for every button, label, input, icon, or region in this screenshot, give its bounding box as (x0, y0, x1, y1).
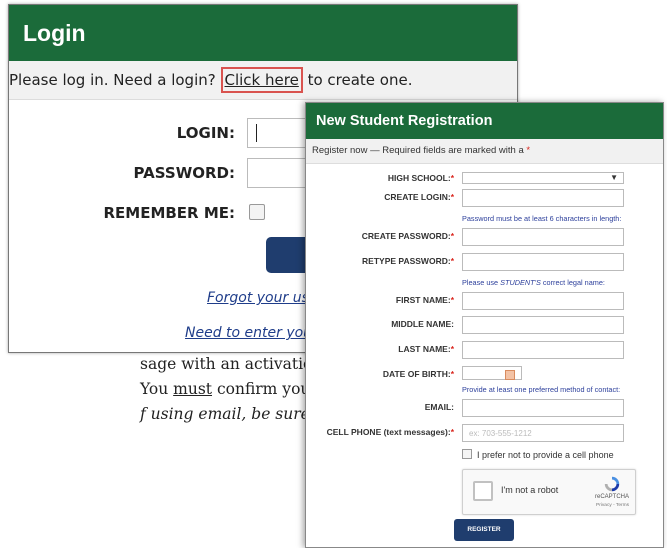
remember-me-label: REMEMBER ME: (103, 204, 235, 222)
register-button[interactable]: REGISTER (454, 519, 514, 541)
high-school-select[interactable]: ▼ (462, 172, 624, 184)
registration-title: New Student Registration (306, 103, 663, 139)
last-name-input[interactable] (462, 341, 624, 359)
first-name-label: FIRST NAME: (395, 295, 451, 305)
create-password-label: CREATE PASSWORD: (361, 231, 451, 241)
last-name-label: LAST NAME: (398, 344, 451, 354)
cell-phone-placeholder: ex: 703-555-1212 (469, 429, 532, 438)
middle-name-row: MIDDLE NAME: (306, 316, 663, 336)
date-of-birth-row: DATE OF BIRTH:* (306, 366, 663, 386)
no-phone-label: I prefer not to provide a cell phone (477, 450, 614, 460)
recaptcha-brand: reCAPTCHA (594, 494, 629, 500)
contact-hint: Provide at least one preferred method of… (462, 385, 621, 394)
email-label: EMAIL: (424, 402, 454, 412)
forgot-login-link[interactable]: Forgot your use (207, 290, 317, 306)
cell-phone-row: CELL PHONE (text messages):* ex: 703-555… (306, 424, 663, 444)
cell-phone-label: CELL PHONE (text messages): (326, 427, 451, 437)
recaptcha-checkbox[interactable] (473, 481, 493, 501)
no-phone-checkbox[interactable] (462, 449, 472, 459)
create-login-input[interactable] (462, 189, 624, 207)
login-label: LOGIN: (176, 124, 235, 142)
retype-password-label: RETYPE PASSWORD: (362, 256, 451, 266)
recaptcha-terms[interactable]: Privacy - Terms (596, 503, 629, 508)
email-row: EMAIL: (306, 399, 663, 419)
login-title: Login (9, 5, 517, 61)
need-activation-link[interactable]: Need to enter your (185, 325, 318, 341)
cell-phone-input[interactable]: ex: 703-555-1212 (462, 424, 624, 442)
login-message-bar: Please log in. Need a login? Click here … (9, 61, 517, 100)
password-label: PASSWORD: (133, 164, 235, 182)
dropdown-arrow-icon: ▼ (610, 173, 618, 182)
no-phone-option[interactable]: I prefer not to provide a cell phone (462, 449, 614, 460)
password-hint: Password must be at least 6 characters i… (462, 214, 622, 223)
middle-name-input[interactable] (462, 316, 624, 334)
first-name-input[interactable] (462, 292, 624, 310)
middle-name-label: MIDDLE NAME: (391, 319, 454, 329)
last-name-row: LAST NAME:* (306, 341, 663, 361)
date-of-birth-input[interactable] (462, 366, 522, 380)
text-cursor (256, 124, 257, 142)
retype-password-row: RETYPE PASSWORD:* (306, 253, 663, 273)
registration-subtitle: Register now — Required fields are marke… (306, 139, 663, 164)
retype-password-input[interactable] (462, 253, 624, 271)
create-password-input[interactable] (462, 228, 624, 246)
calendar-icon[interactable] (505, 370, 515, 380)
click-here-link[interactable]: Click here (220, 67, 303, 93)
background-document-text: sage with an activation You must confirm… (0, 352, 331, 427)
document-line-3: f using email, be sure to (140, 405, 331, 423)
email-input[interactable] (462, 399, 624, 417)
create-password-row: CREATE PASSWORD:* (306, 228, 663, 248)
create-login-label: CREATE LOGIN: (384, 192, 451, 202)
recaptcha-logo-icon (604, 476, 620, 492)
legal-name-hint: Please use STUDENT'S correct legal name: (462, 278, 605, 287)
date-of-birth-label: DATE OF BIRTH: (382, 369, 451, 379)
high-school-row: HIGH SCHOOL:* ▼ (306, 170, 663, 190)
recaptcha-label: I'm not a robot (501, 485, 559, 495)
remember-me-checkbox[interactable] (249, 204, 265, 220)
document-line-2: You must confirm your (140, 380, 318, 398)
create-login-row: CREATE LOGIN:* (306, 189, 663, 209)
first-name-row: FIRST NAME:* (306, 292, 663, 312)
high-school-label: HIGH SCHOOL: (387, 173, 451, 183)
registration-panel: New Student Registration Register now — … (305, 102, 664, 548)
recaptcha-widget: I'm not a robot reCAPTCHA Privacy - Term… (462, 469, 636, 515)
document-line-1: sage with an activation (140, 355, 323, 373)
